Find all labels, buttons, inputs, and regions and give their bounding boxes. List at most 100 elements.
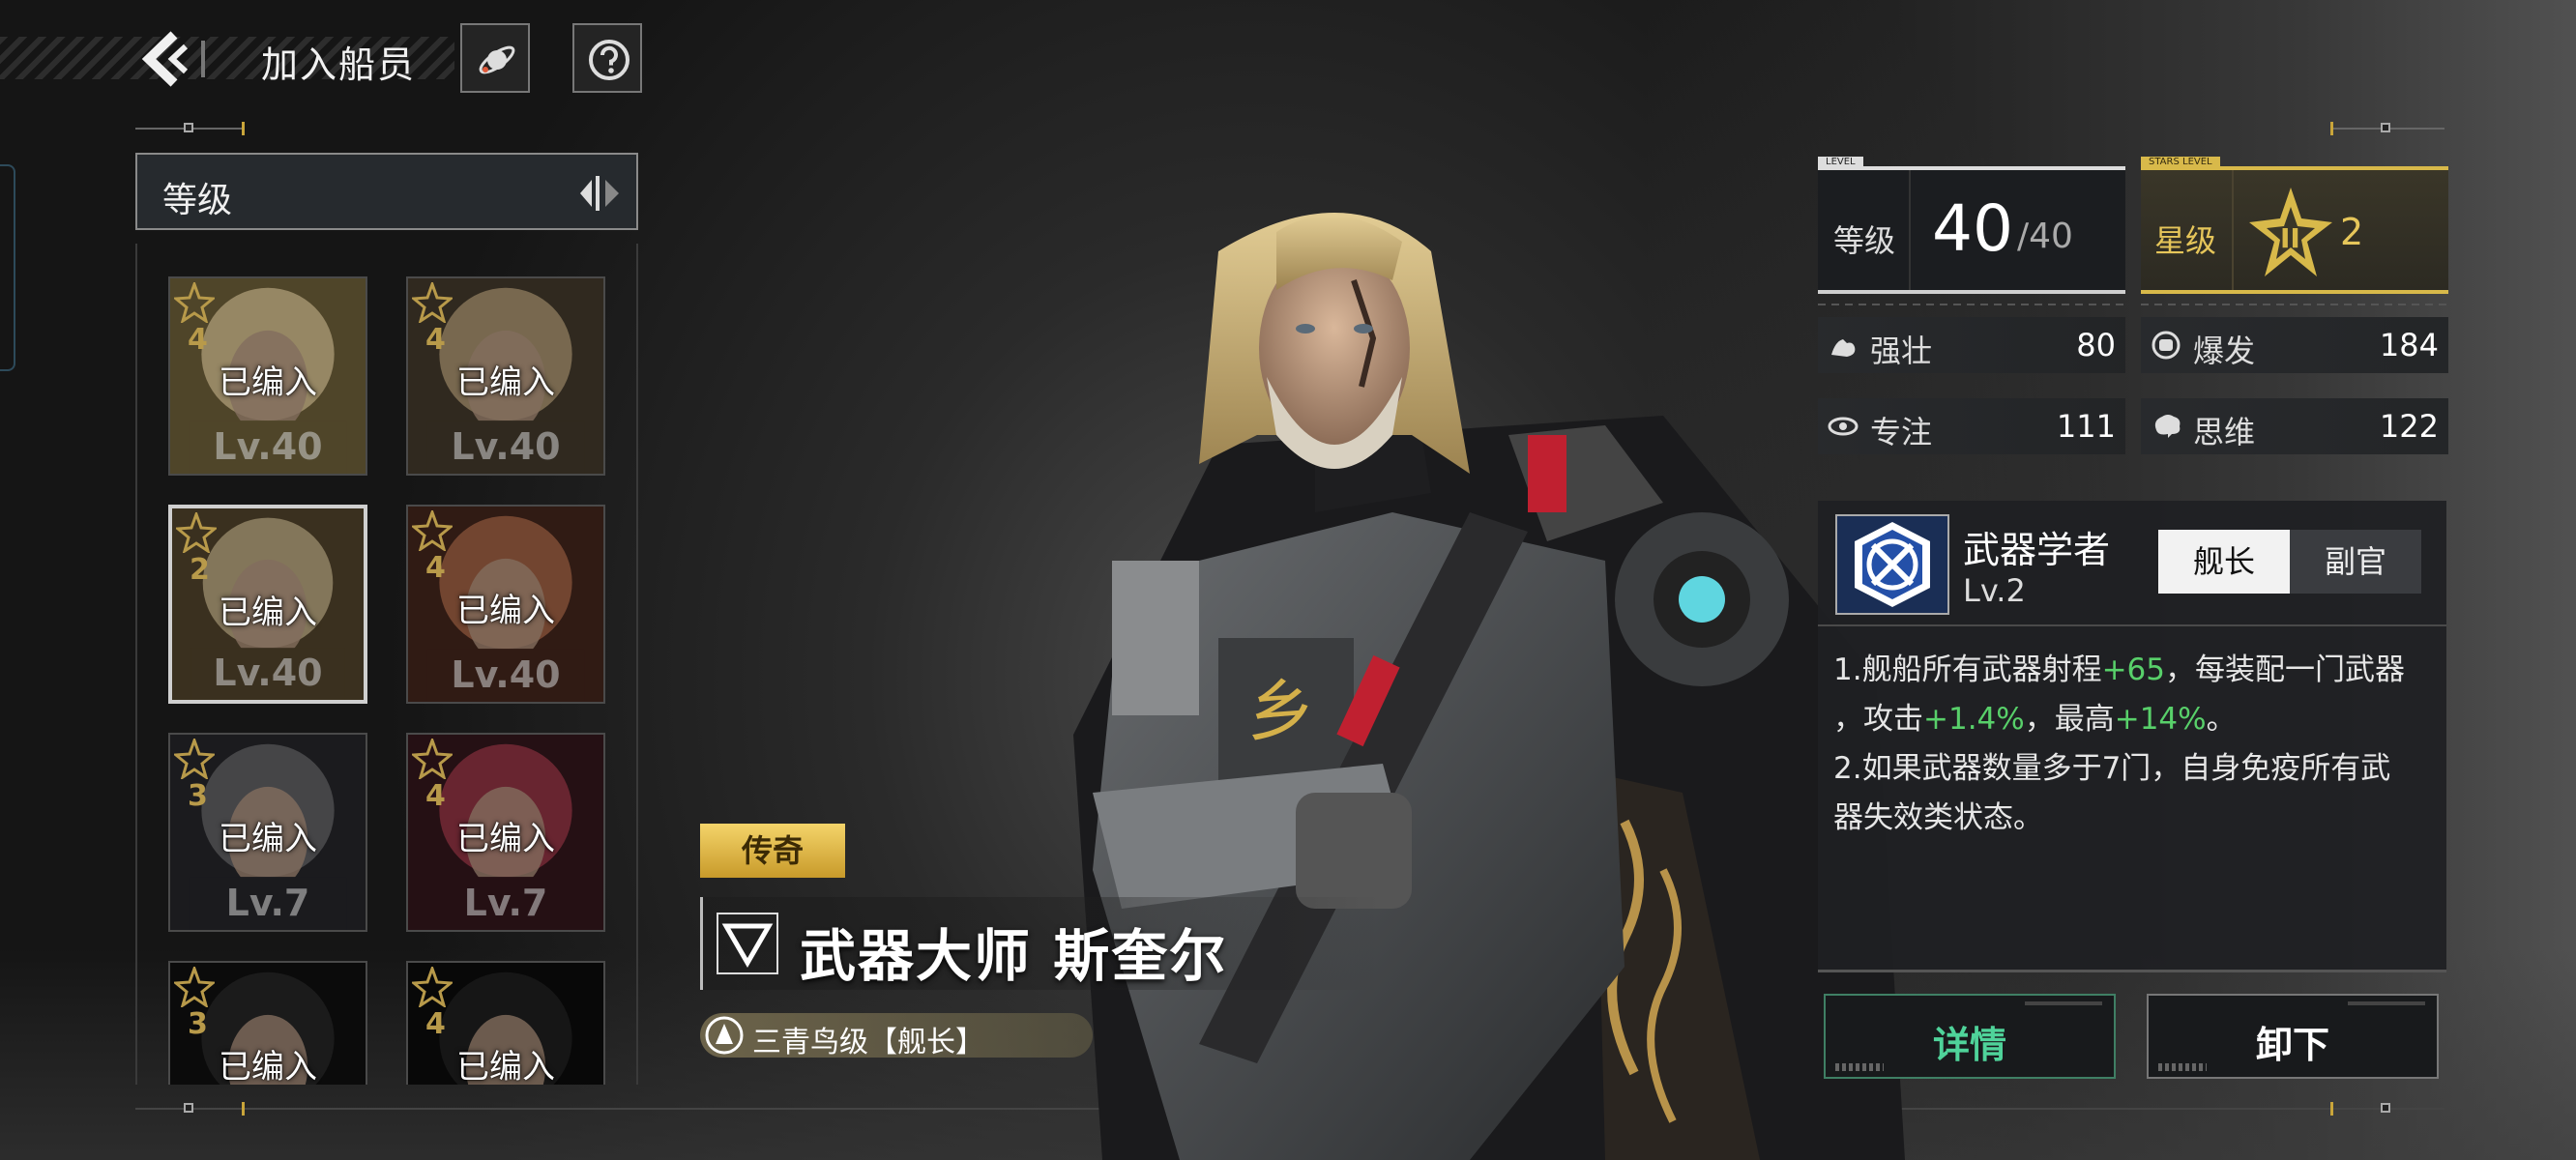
ruler-tick	[2330, 1102, 2333, 1116]
stat-row: 专注 111	[1818, 398, 2125, 454]
star-divider	[2232, 170, 2234, 292]
desc-highlight: +1.4%	[1923, 702, 2025, 737]
card-level: Lv.40	[451, 653, 561, 696]
help-button[interactable]	[572, 23, 642, 93]
skill-divider	[1818, 624, 2446, 626]
star-icon	[412, 739, 453, 779]
tab-vice[interactable]: 副官	[2290, 530, 2421, 594]
crew-card[interactable]: 3 已编入	[168, 961, 367, 1085]
back-arrow-icon	[141, 31, 189, 87]
crew-card[interactable]: 4 已编入	[406, 961, 605, 1085]
role-tabs: 舰长 副官	[2158, 530, 2421, 594]
crew-card[interactable]: 4 已编入 Lv.40	[406, 276, 605, 476]
eye-icon	[1828, 417, 1859, 436]
stat-row: 思维 122	[2141, 398, 2448, 454]
side-drawer-handle[interactable]	[0, 164, 15, 371]
desc-line-4: 器失效类状态。	[1833, 800, 2043, 835]
stat-value: 111	[2056, 408, 2116, 445]
ruler-tick	[2330, 122, 2333, 135]
stat-row: 爆发 184	[2141, 317, 2448, 373]
level-value: 40	[1932, 191, 2013, 266]
sort-toggle-icon	[580, 176, 619, 211]
button-deco	[2158, 1063, 2207, 1071]
star-icon	[174, 967, 215, 1007]
crew-grid[interactable]: 4 已编入 Lv.40 4 已编入 Lv.40 2 已编入 Lv.40 4 已编入 Lv.40 3 已编入…	[135, 244, 638, 1085]
level-tag: LEVEL	[1818, 157, 1863, 167]
detail-button[interactable]: 详情	[1824, 994, 2116, 1079]
card-status: 已编入	[219, 1048, 317, 1085]
svg-text:II: II	[2280, 222, 2300, 254]
stat-value: 184	[2379, 327, 2439, 363]
card-star-count: 4	[425, 551, 446, 585]
desc-highlight: +14%	[2114, 702, 2207, 737]
stat-row: 强壮 80	[1818, 317, 2125, 373]
level-box: LEVEL 等级 40 /40	[1818, 157, 2125, 292]
page-title: 加入船员	[261, 44, 417, 86]
card-star-count: 4	[425, 779, 446, 813]
star-underline	[2141, 290, 2448, 294]
planet-button[interactable]	[460, 23, 530, 93]
desc-text: ，攻击	[1833, 702, 1923, 737]
crew-card[interactable]: 3 已编入 Lv.7	[168, 733, 367, 932]
card-star-count: 4	[188, 323, 208, 357]
sort-dropdown[interactable]: 等级	[135, 153, 638, 230]
detail-label: 详情	[1932, 1024, 2006, 1066]
level-dotline	[1818, 304, 2125, 305]
desc-text: 。	[2206, 702, 2237, 737]
card-level: Lv.40	[213, 652, 323, 694]
rarity-badge: 传奇	[700, 824, 845, 878]
skill-icon	[1835, 514, 1949, 615]
stat-name: 专注	[1870, 414, 1933, 450]
header-separator	[201, 41, 205, 77]
card-status: 已编入	[219, 820, 317, 858]
star-label: 星级	[2154, 222, 2217, 259]
stat-name: 爆发	[2193, 333, 2256, 369]
star-icon	[174, 739, 215, 779]
character-name: 武器大师 斯奎尔	[800, 923, 1228, 989]
desc-text: 1.舰船所有武器射程	[1833, 652, 2102, 687]
desc-line-3: 2.如果武器数量多于7门，自身免疫所有武	[1833, 751, 2391, 786]
stat-value: 122	[2379, 408, 2439, 445]
desc-text: ，每装配一门武器	[2165, 652, 2405, 687]
ruler-node	[2381, 123, 2390, 132]
star-icon	[412, 967, 453, 1007]
stat-name: 强壮	[1870, 333, 1933, 369]
unload-label: 卸下	[2255, 1024, 2329, 1066]
crew-card[interactable]: 4 已编入 Lv.40	[168, 276, 367, 476]
card-star-count: 4	[425, 1007, 446, 1041]
level-underline	[1818, 290, 2125, 294]
button-deco	[2348, 1001, 2425, 1005]
desc-line-1: 1.舰船所有武器射程+65，每装配一门武器	[1833, 646, 2433, 695]
card-status: 已编入	[456, 592, 555, 630]
planet-icon	[479, 45, 515, 74]
crew-card[interactable]: 4 已编入 Lv.7	[406, 733, 605, 932]
desc-line-2: ，攻击+1.4%，最高+14%。	[1833, 695, 2433, 744]
button-deco	[1835, 1063, 1884, 1071]
back-button[interactable]	[135, 29, 193, 89]
desc-text: ，最高	[2024, 702, 2115, 737]
card-status: 已编入	[219, 363, 317, 402]
star-icon	[412, 282, 453, 323]
unload-button[interactable]: 卸下	[2147, 994, 2439, 1079]
star-dotline	[2141, 304, 2448, 305]
card-level: Lv.7	[463, 882, 548, 924]
star-icon	[412, 510, 453, 551]
skill-name: 武器学者	[1963, 529, 2111, 571]
card-star-count: 3	[188, 779, 208, 813]
level-label: 等级	[1833, 222, 1896, 259]
card-level: Lv.7	[225, 882, 310, 924]
card-status: 已编入	[456, 1048, 555, 1085]
character-name-box: 武器大师 斯奎尔	[700, 897, 1380, 990]
crew-card[interactable]: 2 已编入 Lv.40	[168, 505, 367, 704]
tab-captain[interactable]: 舰长	[2158, 530, 2290, 594]
ship-class-icon	[705, 1016, 744, 1055]
crew-card[interactable]: 4 已编入 Lv.40	[406, 505, 605, 704]
brain-icon	[2154, 415, 2181, 438]
star-tag: STARS LEVEL	[2141, 157, 2220, 167]
skill-panel: 武器学者 Lv.2 舰长 副官 1.舰船所有武器射程+65，每装配一门武器 ，攻…	[1818, 501, 2446, 972]
fist-icon	[2152, 331, 2181, 360]
level-divider	[1909, 170, 1911, 292]
ruler-node	[184, 123, 193, 132]
card-status: 已编入	[456, 820, 555, 858]
card-status: 已编入	[219, 594, 317, 632]
